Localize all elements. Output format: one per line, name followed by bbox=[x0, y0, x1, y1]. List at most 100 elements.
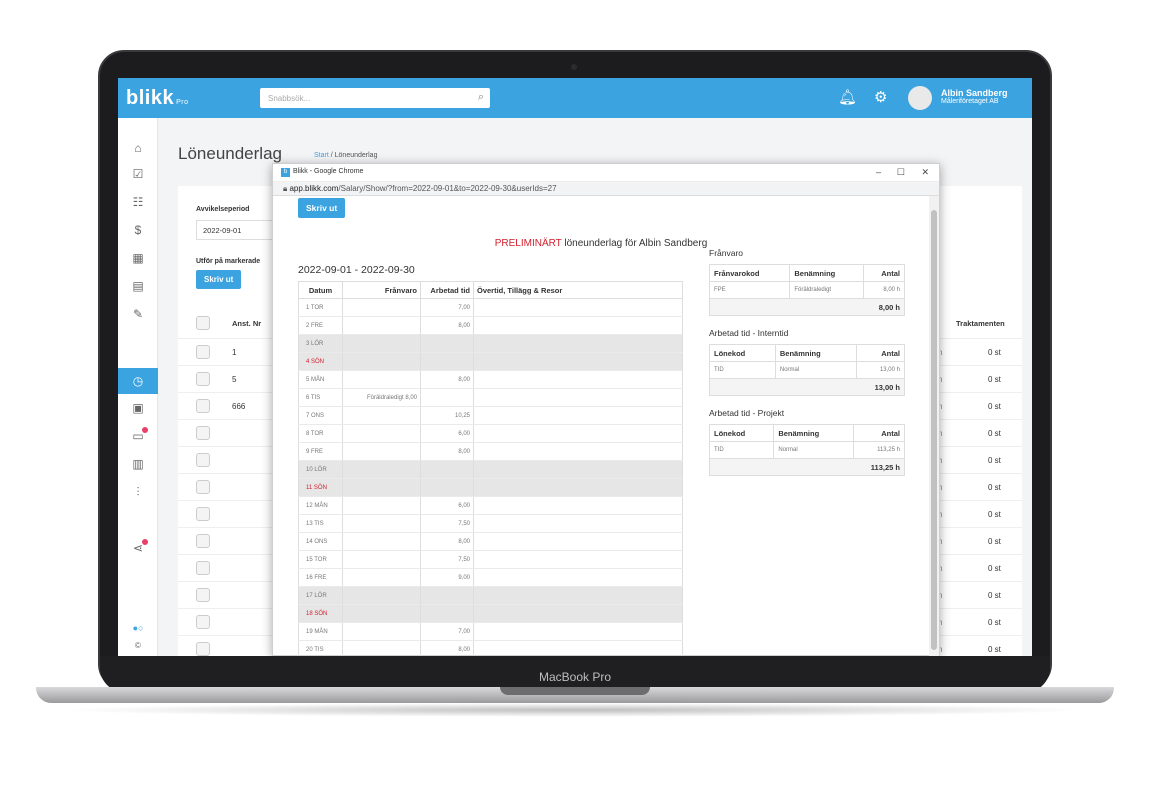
allowance-value: 0 st bbox=[988, 402, 1001, 411]
project-h1: Lönekod bbox=[708, 424, 775, 442]
scrollbar-thumb[interactable] bbox=[931, 210, 937, 650]
report-heading-rest: löneunderlag för Albin Sandberg bbox=[561, 238, 708, 249]
employee-number: 666 bbox=[232, 402, 246, 411]
breadcrumb-current: Löneunderlag bbox=[334, 152, 378, 159]
day-date: 15 TOR bbox=[298, 550, 343, 569]
employee-number: 1 bbox=[232, 348, 237, 357]
popup-title: Blikk - Google Chrome bbox=[293, 168, 364, 175]
close-icon[interactable]: ✕ bbox=[921, 167, 929, 178]
allowance-value: 0 st bbox=[988, 510, 1001, 519]
row-checkbox[interactable] bbox=[196, 399, 210, 413]
table-icon[interactable]: ▦ bbox=[130, 250, 146, 266]
screen: blikk Pro Snabbsök... ⌕ 🔔︎ ⚙ Albin Sandber… bbox=[118, 78, 1032, 656]
allowance-value: 0 st bbox=[988, 645, 1001, 654]
share-badge bbox=[142, 539, 148, 545]
money-icon[interactable]: $ bbox=[130, 222, 146, 238]
day-worked: 7,00 bbox=[420, 622, 474, 641]
day-extras bbox=[473, 640, 683, 656]
day-extras bbox=[473, 586, 683, 605]
logo-text: blikk bbox=[126, 87, 175, 109]
day-row: 19 MÅN 7,00 bbox=[298, 622, 683, 641]
day-date: 11 SÖN bbox=[298, 478, 343, 497]
row-checkbox[interactable] bbox=[196, 426, 210, 440]
user-name: Albin Sandberg bbox=[941, 88, 1008, 98]
report-print-button[interactable]: Skriv ut bbox=[298, 198, 346, 218]
gear-icon[interactable]: ⚙ bbox=[874, 88, 887, 106]
day-date: 5 MÅN bbox=[298, 370, 343, 389]
day-extras bbox=[473, 352, 683, 371]
bell-icon[interactable]: 🔔︎ bbox=[838, 88, 857, 106]
day-worked bbox=[420, 460, 474, 479]
search-placeholder: Snabbsök... bbox=[268, 94, 311, 103]
contacts-icon[interactable]: ☷ bbox=[130, 194, 146, 210]
day-date: 13 TIS bbox=[298, 514, 343, 533]
col-employee-number[interactable]: Anst. Nr bbox=[232, 319, 261, 328]
allowance-value: 0 st bbox=[988, 537, 1001, 546]
day-date: 2 FRE bbox=[298, 316, 343, 335]
maximize-icon[interactable]: ☐ bbox=[897, 167, 905, 178]
day-extras bbox=[473, 298, 683, 317]
period-input[interactable]: 2022-09-01 bbox=[196, 220, 276, 240]
toggle-icon[interactable]: ●○ bbox=[130, 620, 146, 636]
internal-code: TID bbox=[709, 361, 776, 379]
project-table: Lönekod Benämning Antal TID Normal 113,25 h … bbox=[708, 424, 906, 476]
day-date: 12 MÅN bbox=[298, 496, 343, 515]
report-heading: PRELIMINÄRT löneunderlag för Albin Sandb… bbox=[273, 238, 929, 249]
daily-table: Datum Frånvaro Arbetad tid Övertid, Till… bbox=[298, 281, 683, 656]
employee-number: 5 bbox=[232, 375, 237, 384]
checklist-icon[interactable]: ☑ bbox=[130, 166, 146, 182]
day-absence bbox=[342, 460, 421, 479]
col-absence: Frånvaro bbox=[342, 281, 421, 299]
internal-h1: Lönekod bbox=[709, 344, 776, 362]
day-worked: 8,00 bbox=[420, 316, 474, 335]
avatar[interactable] bbox=[908, 86, 932, 110]
row-checkbox[interactable] bbox=[196, 615, 210, 629]
print-button[interactable]: Skriv ut bbox=[196, 270, 242, 289]
absence-total: 8,00 h bbox=[709, 298, 905, 316]
row-checkbox[interactable] bbox=[196, 642, 210, 656]
sidebar: ⌂ ☑ ☷ $ ▦ ▤ ✎ ◷ ▣ ▭ ▥ ⫶ ⋖ ●○ © bbox=[118, 118, 158, 656]
bar-chart-icon[interactable]: ▥ bbox=[130, 456, 146, 472]
col-worked: Arbetad tid bbox=[420, 281, 474, 299]
clock-icon[interactable]: ◷ bbox=[130, 373, 146, 389]
day-worked: 8,00 bbox=[420, 442, 474, 461]
day-extras bbox=[473, 316, 683, 335]
day-extras bbox=[473, 532, 683, 551]
day-row: 14 ONS 8,00 bbox=[298, 532, 683, 551]
popup-scrollbar[interactable] bbox=[929, 196, 939, 656]
blikk-logo[interactable]: blikk Pro bbox=[126, 87, 188, 110]
calendar-icon[interactable]: ▣ bbox=[130, 400, 146, 416]
row-checkbox[interactable] bbox=[196, 372, 210, 386]
row-checkbox[interactable] bbox=[196, 480, 210, 494]
row-checkbox[interactable] bbox=[196, 507, 210, 521]
day-extras bbox=[473, 388, 683, 407]
row-checkbox[interactable] bbox=[196, 561, 210, 575]
row-checkbox[interactable] bbox=[196, 534, 210, 548]
camera bbox=[571, 64, 577, 70]
select-all-checkbox[interactable] bbox=[196, 316, 210, 330]
project-title: Arbetad tid - Projekt bbox=[709, 408, 785, 418]
document-icon[interactable]: ▤ bbox=[130, 278, 146, 294]
minimize-icon[interactable]: – bbox=[876, 167, 881, 177]
day-date: 16 FRE bbox=[298, 568, 343, 587]
day-date: 10 LÖR bbox=[298, 460, 343, 479]
home-icon[interactable]: ⌂ bbox=[130, 140, 146, 156]
preliminary-label: PRELIMINÄRT bbox=[494, 238, 562, 249]
stats-icon[interactable]: ⫶ bbox=[130, 484, 146, 500]
search-input[interactable]: Snabbsök... ⌕ bbox=[260, 88, 490, 108]
day-row: 17 LÖR bbox=[298, 586, 683, 605]
day-date: 7 ONS bbox=[298, 406, 343, 425]
row-checkbox[interactable] bbox=[196, 345, 210, 359]
user-menu[interactable]: Albin Sandberg Måleriföretaget AB bbox=[941, 88, 1008, 105]
breadcrumb-home[interactable]: Start bbox=[314, 152, 329, 159]
col-extras: Övertid, Tillägg & Resor bbox=[473, 281, 683, 299]
day-row: 2 FRE 8,00 bbox=[298, 316, 683, 335]
row-checkbox[interactable] bbox=[196, 453, 210, 467]
day-row: 7 ONS 10,25 bbox=[298, 406, 683, 425]
row-checkbox[interactable] bbox=[196, 588, 210, 602]
user-company: Måleriföretaget AB bbox=[941, 98, 999, 105]
col-allowances[interactable]: Traktamenten bbox=[956, 319, 1005, 328]
popup-url-bar[interactable]: 🔒︎ app.blikk.com/Salary/Show/?from=2022-… bbox=[273, 182, 939, 196]
edit-icon[interactable]: ✎ bbox=[130, 306, 146, 322]
internal-table: Lönekod Benämning Antal TID Normal 13,00 h 1… bbox=[709, 344, 905, 396]
